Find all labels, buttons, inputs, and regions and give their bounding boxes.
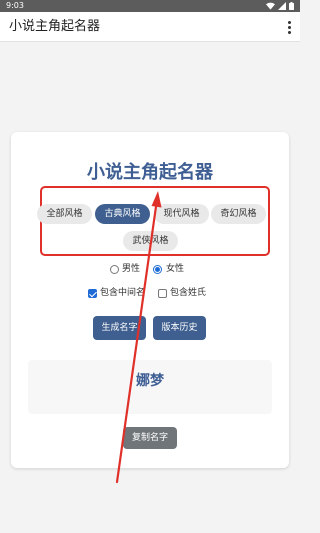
status-bar: 9:03 (0, 0, 300, 12)
name-options: 包含中间名 包含姓氏 (11, 286, 289, 302)
generate-name-button[interactable]: 生成名字 (93, 316, 146, 340)
gender-selector: 男性 女性 (11, 262, 289, 278)
more-options-icon[interactable] (284, 19, 294, 35)
generated-name: 娜梦 (136, 373, 164, 389)
wifi-icon (266, 2, 275, 10)
female-radio[interactable] (153, 265, 162, 274)
app-bar: 小说主角起名器 (0, 12, 300, 42)
style-chip-modern[interactable]: 现代风格 (154, 204, 209, 224)
female-label[interactable]: 女性 (166, 264, 184, 275)
signal-icon (278, 2, 286, 10)
style-chip-wuxia[interactable]: 武侠风格 (123, 231, 178, 251)
style-chip-classic[interactable]: 古典风格 (95, 204, 150, 224)
battery-icon (289, 2, 294, 10)
style-chip-all[interactable]: 全部风格 (37, 204, 92, 224)
result-panel: 娜梦 (28, 360, 272, 414)
status-time: 9:03 (6, 1, 24, 10)
middle-name-checkbox[interactable] (88, 289, 97, 298)
middle-name-label[interactable]: 包含中间名 (100, 288, 145, 299)
surname-checkbox[interactable] (158, 289, 167, 298)
male-radio[interactable] (110, 265, 119, 274)
style-chip-fantasy[interactable]: 奇幻风格 (211, 204, 266, 224)
male-label[interactable]: 男性 (122, 264, 140, 275)
page-title: 小说主角起名器 (87, 162, 213, 183)
app-title: 小说主角起名器 (9, 19, 101, 34)
name-generator-card: 小说主角起名器 全部风格 古典风格 现代风格 奇幻风格 武侠风格 男性 女性 包… (11, 132, 289, 468)
status-icons (266, 2, 294, 10)
copy-name-button[interactable]: 复制名字 (123, 427, 177, 449)
surname-label[interactable]: 包含姓氏 (170, 288, 206, 299)
version-history-button[interactable]: 版本历史 (153, 316, 206, 340)
